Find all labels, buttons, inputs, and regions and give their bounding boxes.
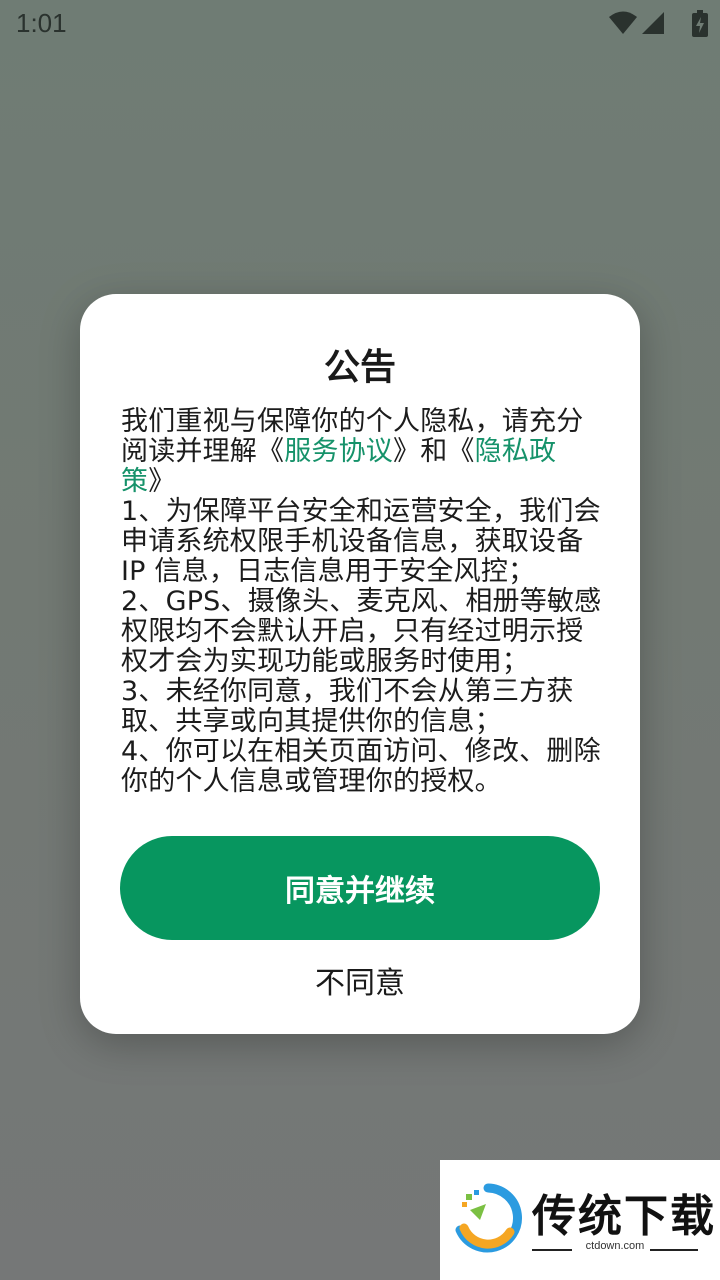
disagree-button[interactable]: 不同意	[260, 955, 460, 1005]
battery-charging-icon	[692, 10, 708, 42]
service-agreement-link[interactable]: 服务协议	[284, 436, 393, 467]
wifi-icon	[608, 10, 638, 40]
notice-item-4: 4、你可以在相关页面访问、修改、删除你的个人信息或管理你的授权。	[121, 736, 601, 797]
signal-icon	[640, 10, 666, 40]
watermark-brand: 传统下载	[532, 1191, 716, 1242]
notice-item-1: 1、为保障平台安全和运营安全，我们会申请系统权限手机设备信息，获取设备 IP 信…	[121, 496, 601, 587]
watermark-url: ctdown.com	[585, 1240, 645, 1252]
watermark-logo-icon	[450, 1180, 526, 1256]
status-bar: 1:01	[0, 0, 720, 48]
status-time: 1:01	[16, 8, 67, 38]
agree-continue-button[interactable]: 同意并继续	[120, 836, 600, 940]
intro-text: 》和《	[393, 436, 475, 467]
dialog-title: 公告	[323, 347, 396, 388]
notice-intro: 我们重视与保障你的个人隐私，请充分阅读并理解《服务协议》和《隐私政策》	[121, 407, 603, 497]
notice-body: 我们重视与保障你的个人隐私，请充分阅读并理解《服务协议》和《隐私政策》 1、为保…	[121, 407, 603, 797]
notice-item-2: 2、GPS、摄像头、麦克风、相册等敏感权限均不会默认开启，只有经过明示授权才会为…	[121, 586, 602, 677]
intro-text: 》	[148, 466, 176, 497]
watermark: 传统下载 ctdown.com	[440, 1160, 720, 1280]
notice-item-3: 3、未经你同意，我们不会从第三方获取、共享或向其提供你的信息；	[121, 676, 574, 737]
